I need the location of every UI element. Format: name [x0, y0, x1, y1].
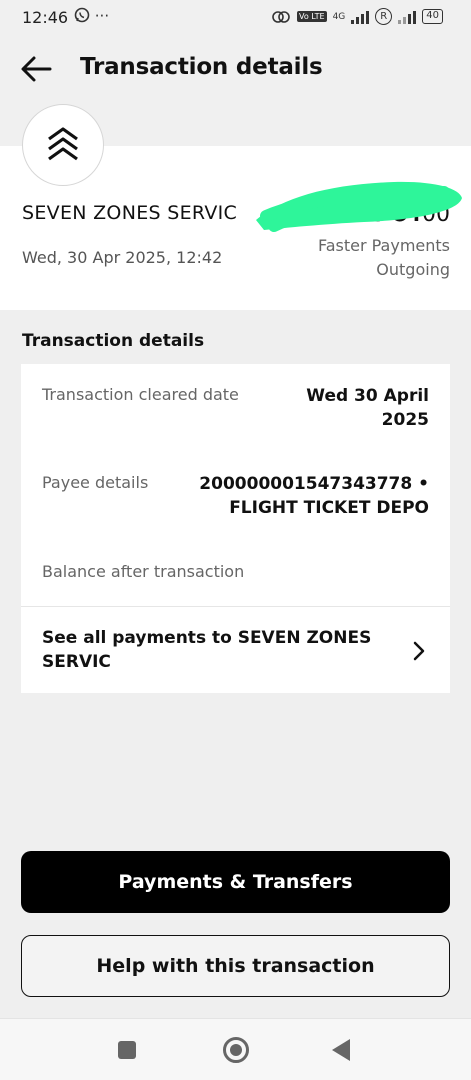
payment-method: Faster Payments: [317, 236, 450, 255]
system-nav-bar: [0, 1018, 471, 1080]
status-left-icons: ···: [74, 7, 109, 25]
cleared-date-value-line2: 2025: [381, 410, 429, 430]
arrow-left-icon: [21, 56, 52, 82]
payee-label: Payee details: [42, 473, 149, 492]
payments-transfers-button[interactable]: Payments & Transfers: [21, 851, 450, 913]
payment-direction: Outgoing: [376, 260, 450, 279]
payment-type: Faster Payments Outgoing: [318, 234, 450, 282]
balance-label: Balance after transaction: [42, 562, 245, 581]
details-card: Transaction cleared date Wed 30 April 20…: [21, 364, 450, 693]
back-triangle-icon[interactable]: [332, 1039, 350, 1061]
cleared-date-value: Wed 30 April 2025: [306, 384, 429, 432]
redaction-mark: [256, 181, 462, 232]
roaming-icon: R: [375, 8, 393, 25]
recents-square-icon[interactable]: [118, 1041, 136, 1059]
cleared-date-label: Transaction cleared date: [42, 385, 239, 404]
see-all-line1: See all payments to SEVEN ZONES: [42, 628, 372, 648]
see-all-payments-link[interactable]: See all payments to SEVEN ZONES SERVIC: [42, 626, 382, 674]
status-right-icons: Vo LTE 4G R 40: [271, 8, 443, 25]
payee-value: 200000001547343778 • FLIGHT TICKET DEPO: [199, 472, 429, 520]
transaction-datetime: Wed, 30 Apr 2025, 12:42: [22, 248, 223, 267]
whatsapp-icon: [74, 7, 90, 23]
status-bar: 12:46 ··· Vo LTE 4G R 40: [0, 0, 471, 36]
payee-name: FLIGHT TICKET DEPO: [229, 498, 429, 518]
volte-icon: Vo LTE: [296, 11, 327, 22]
section-title: Transaction details: [22, 331, 205, 351]
signal-icon: [351, 10, 370, 24]
network-type: 4G: [332, 11, 346, 22]
divider: [21, 606, 450, 607]
signal-icon-2: [398, 10, 417, 24]
chevron-right-icon[interactable]: [412, 640, 426, 662]
merchant-logo: [22, 104, 104, 186]
more-dots-icon: ···: [94, 7, 110, 25]
back-button[interactable]: [18, 52, 54, 86]
chevron-stack-icon: [48, 127, 78, 161]
merchant-name: SEVEN ZONES SERVIC: [22, 202, 238, 224]
link-icon: [272, 10, 290, 23]
payee-account: 200000001547343778 •: [199, 474, 429, 494]
page-title: Transaction details: [80, 54, 323, 80]
cleared-date-value-line1: Wed 30 April: [306, 386, 429, 406]
balance-row: Balance after transaction: [21, 540, 450, 606]
status-time: 12:46: [22, 8, 69, 27]
home-circle-icon[interactable]: [223, 1037, 249, 1063]
help-transaction-button[interactable]: Help with this transaction: [21, 935, 450, 997]
payee-row: Payee details 200000001547343778 • FLIGH…: [21, 452, 450, 540]
cleared-date-row: Transaction cleared date Wed 30 April 20…: [21, 364, 450, 452]
battery-icon: 40: [422, 9, 443, 24]
see-all-line2: SERVIC: [42, 652, 111, 672]
